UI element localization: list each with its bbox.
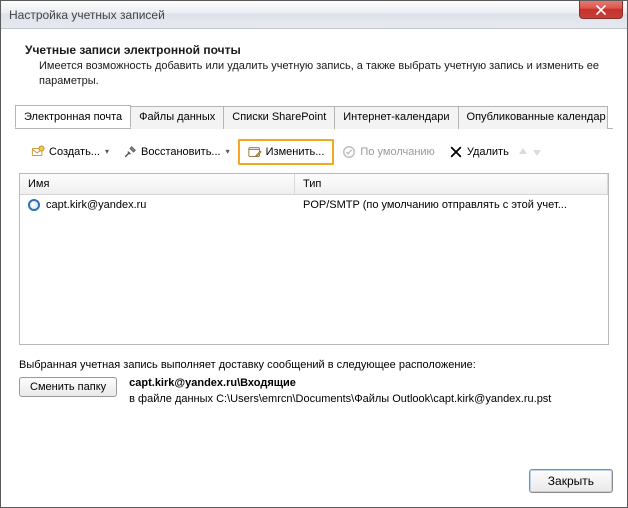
accounts-list[interactable]: Имя Тип capt.kirk@yandex.ru POP/SMTP (по… (19, 173, 609, 345)
account-type: POP/SMTP (по умолчанию отправлять с этой… (295, 197, 608, 213)
delete-label: Удалить (467, 146, 509, 158)
header-block: Учетные записи электронной почты Имеется… (15, 41, 613, 99)
window-close-button[interactable] (579, 1, 623, 19)
toolbar: Создать... ▾ Восстановить... ▾ Изменить.… (15, 129, 613, 173)
tab-email[interactable]: Электронная почта (15, 105, 131, 128)
delivery-path: в файле данных C:\Users\emrcn\Documents\… (129, 393, 551, 405)
new-mail-icon (31, 145, 45, 159)
tab-data-files[interactable]: Файлы данных (130, 106, 224, 129)
col-type-header[interactable]: Тип (295, 174, 608, 194)
create-button[interactable]: Создать... ▾ (25, 142, 115, 162)
header-title: Учетные записи электронной почты (25, 43, 609, 57)
content-area: Учетные записи электронной почты Имеется… (1, 29, 627, 507)
account-name: capt.kirk@yandex.ru (46, 199, 146, 211)
default-account-icon (28, 199, 40, 211)
restore-label: Восстановить... (141, 146, 221, 158)
header-subtitle: Имеется возможность добавить или удалить… (39, 59, 609, 89)
check-circle-icon (342, 145, 356, 159)
default-label: По умолчанию (360, 146, 434, 158)
list-header: Имя Тип (20, 174, 608, 195)
table-row[interactable]: capt.kirk@yandex.ru POP/SMTP (по умолчан… (20, 195, 608, 215)
titlebar: Настройка учетных записей (1, 1, 627, 29)
delivery-details: capt.kirk@yandex.ru\Входящие в файле дан… (129, 377, 551, 405)
edit-label: Изменить... (266, 146, 325, 158)
window-title: Настройка учетных записей (9, 8, 165, 22)
delivery-message: Выбранная учетная запись выполняет доста… (19, 359, 609, 371)
move-up-icon (517, 146, 529, 158)
tab-published-calendars[interactable]: Опубликованные календар (458, 106, 608, 129)
tab-bar: Электронная почта Файлы данных Списки Sh… (15, 105, 613, 129)
move-down-icon (531, 146, 543, 158)
change-folder-button[interactable]: Сменить папку (19, 377, 117, 397)
edit-icon (248, 145, 262, 159)
close-button[interactable]: Закрыть (529, 469, 613, 493)
delivery-block: Выбранная учетная запись выполняет доста… (15, 359, 613, 405)
restore-button[interactable]: Восстановить... ▾ (117, 142, 236, 162)
close-icon (596, 5, 606, 15)
account-settings-window: Настройка учетных записей Учетные записи… (0, 0, 628, 508)
dropdown-icon: ▾ (226, 147, 230, 156)
create-label: Создать... (49, 146, 100, 158)
delete-button[interactable]: Удалить (443, 142, 515, 162)
dropdown-icon: ▾ (105, 147, 109, 156)
footer: Закрыть (15, 451, 613, 493)
edit-button[interactable]: Изменить... (238, 139, 335, 165)
delete-icon (449, 145, 463, 159)
tab-internet-calendars[interactable]: Интернет-календари (334, 106, 458, 129)
tools-icon (123, 145, 137, 159)
col-name-header[interactable]: Имя (20, 174, 295, 194)
set-default-button: По умолчанию (336, 142, 440, 162)
delivery-folder: capt.kirk@yandex.ru\Входящие (129, 377, 296, 389)
tab-sharepoint[interactable]: Списки SharePoint (223, 106, 335, 129)
